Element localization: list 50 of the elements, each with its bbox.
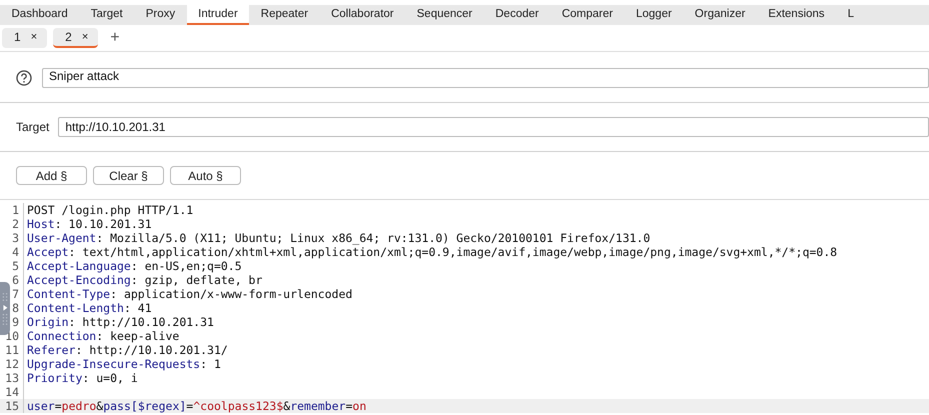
help-icon[interactable]: [16, 70, 32, 86]
code-line: user=pedro&pass[$regex]=^coolpass123$&remember=on: [26, 399, 366, 413]
main-tab[interactable]: Collaborator: [320, 5, 406, 25]
code-line: Referer: http://10.10.201.31/: [26, 343, 228, 357]
payload-marker-button[interactable]: Auto §: [170, 166, 241, 185]
payload-marker-button[interactable]: Clear §: [93, 166, 164, 185]
code-line: Content-Type: application/x-www-form-urlencoded: [26, 287, 352, 301]
attack-type-field[interactable]: Sniper attack: [42, 68, 929, 88]
close-tab-button[interactable]: ×: [82, 31, 88, 43]
code-line: Accept: text/html,application/xhtml+xml,application/xml;q=0.9,image/avif,image/webp,image/png,image/svg+xml,*/*;q=0.8: [26, 245, 838, 259]
code-line: Origin: http://10.10.201.31: [26, 315, 214, 329]
code-line: Accept-Encoding: gzip, deflate, br: [26, 273, 262, 287]
target-field[interactable]: http://10.10.201.31: [58, 117, 929, 137]
main-tab[interactable]: Comparer: [550, 5, 624, 25]
code-line: Connection: keep-alive: [26, 329, 180, 343]
main-tab[interactable]: Repeater: [249, 5, 320, 25]
line-number: 5: [0, 259, 24, 273]
line-number: 15: [0, 399, 24, 413]
code-line: Host: 10.10.201.31: [26, 217, 152, 231]
payload-marker-button[interactable]: Add §: [16, 166, 87, 185]
code-line: Upgrade-Insecure-Requests: 1: [26, 357, 221, 371]
code-line: Priority: u=0, i: [26, 371, 138, 385]
line-number: 11: [0, 343, 24, 357]
main-tab[interactable]: L: [836, 5, 866, 25]
main-tab[interactable]: Decoder: [484, 5, 550, 25]
target-label: Target: [16, 120, 50, 134]
code-line: User-Agent: Mozilla/5.0 (X11; Ubuntu; Linux x86_64; rv:131.0) Gecko/20100101 Firefox/131.0: [26, 231, 650, 245]
main-tab[interactable]: Extensions: [756, 5, 836, 25]
line-number: 1: [0, 203, 24, 217]
code-line: Accept-Language: en-US,en;q=0.5: [26, 259, 242, 273]
attack-tab[interactable]: 2 ×: [53, 28, 98, 48]
code-line: POST /login.php HTTP/1.1: [26, 203, 194, 217]
tab-label: 2: [65, 30, 72, 44]
attack-tab[interactable]: 1 ×: [2, 28, 48, 48]
line-number: 12: [0, 357, 24, 371]
main-tab[interactable]: Sequencer: [405, 5, 484, 25]
line-number: 4: [0, 245, 24, 259]
main-tab[interactable]: Proxy: [134, 5, 187, 25]
new-tab-button[interactable]: +: [104, 29, 126, 47]
code-line: Content-Length: 41: [26, 301, 152, 315]
main-tab[interactable]: Organizer: [683, 5, 757, 25]
line-number: 13: [0, 371, 24, 385]
close-tab-button[interactable]: ×: [30, 31, 38, 43]
line-number: 3: [0, 231, 24, 245]
main-tab[interactable]: Dashboard: [0, 5, 80, 25]
tab-label: 1: [14, 30, 21, 44]
main-tab[interactable]: Target: [79, 5, 134, 25]
main-tab[interactable]: Intruder: [186, 5, 250, 25]
line-number: 2: [0, 217, 24, 231]
main-tab[interactable]: Logger: [624, 5, 684, 25]
